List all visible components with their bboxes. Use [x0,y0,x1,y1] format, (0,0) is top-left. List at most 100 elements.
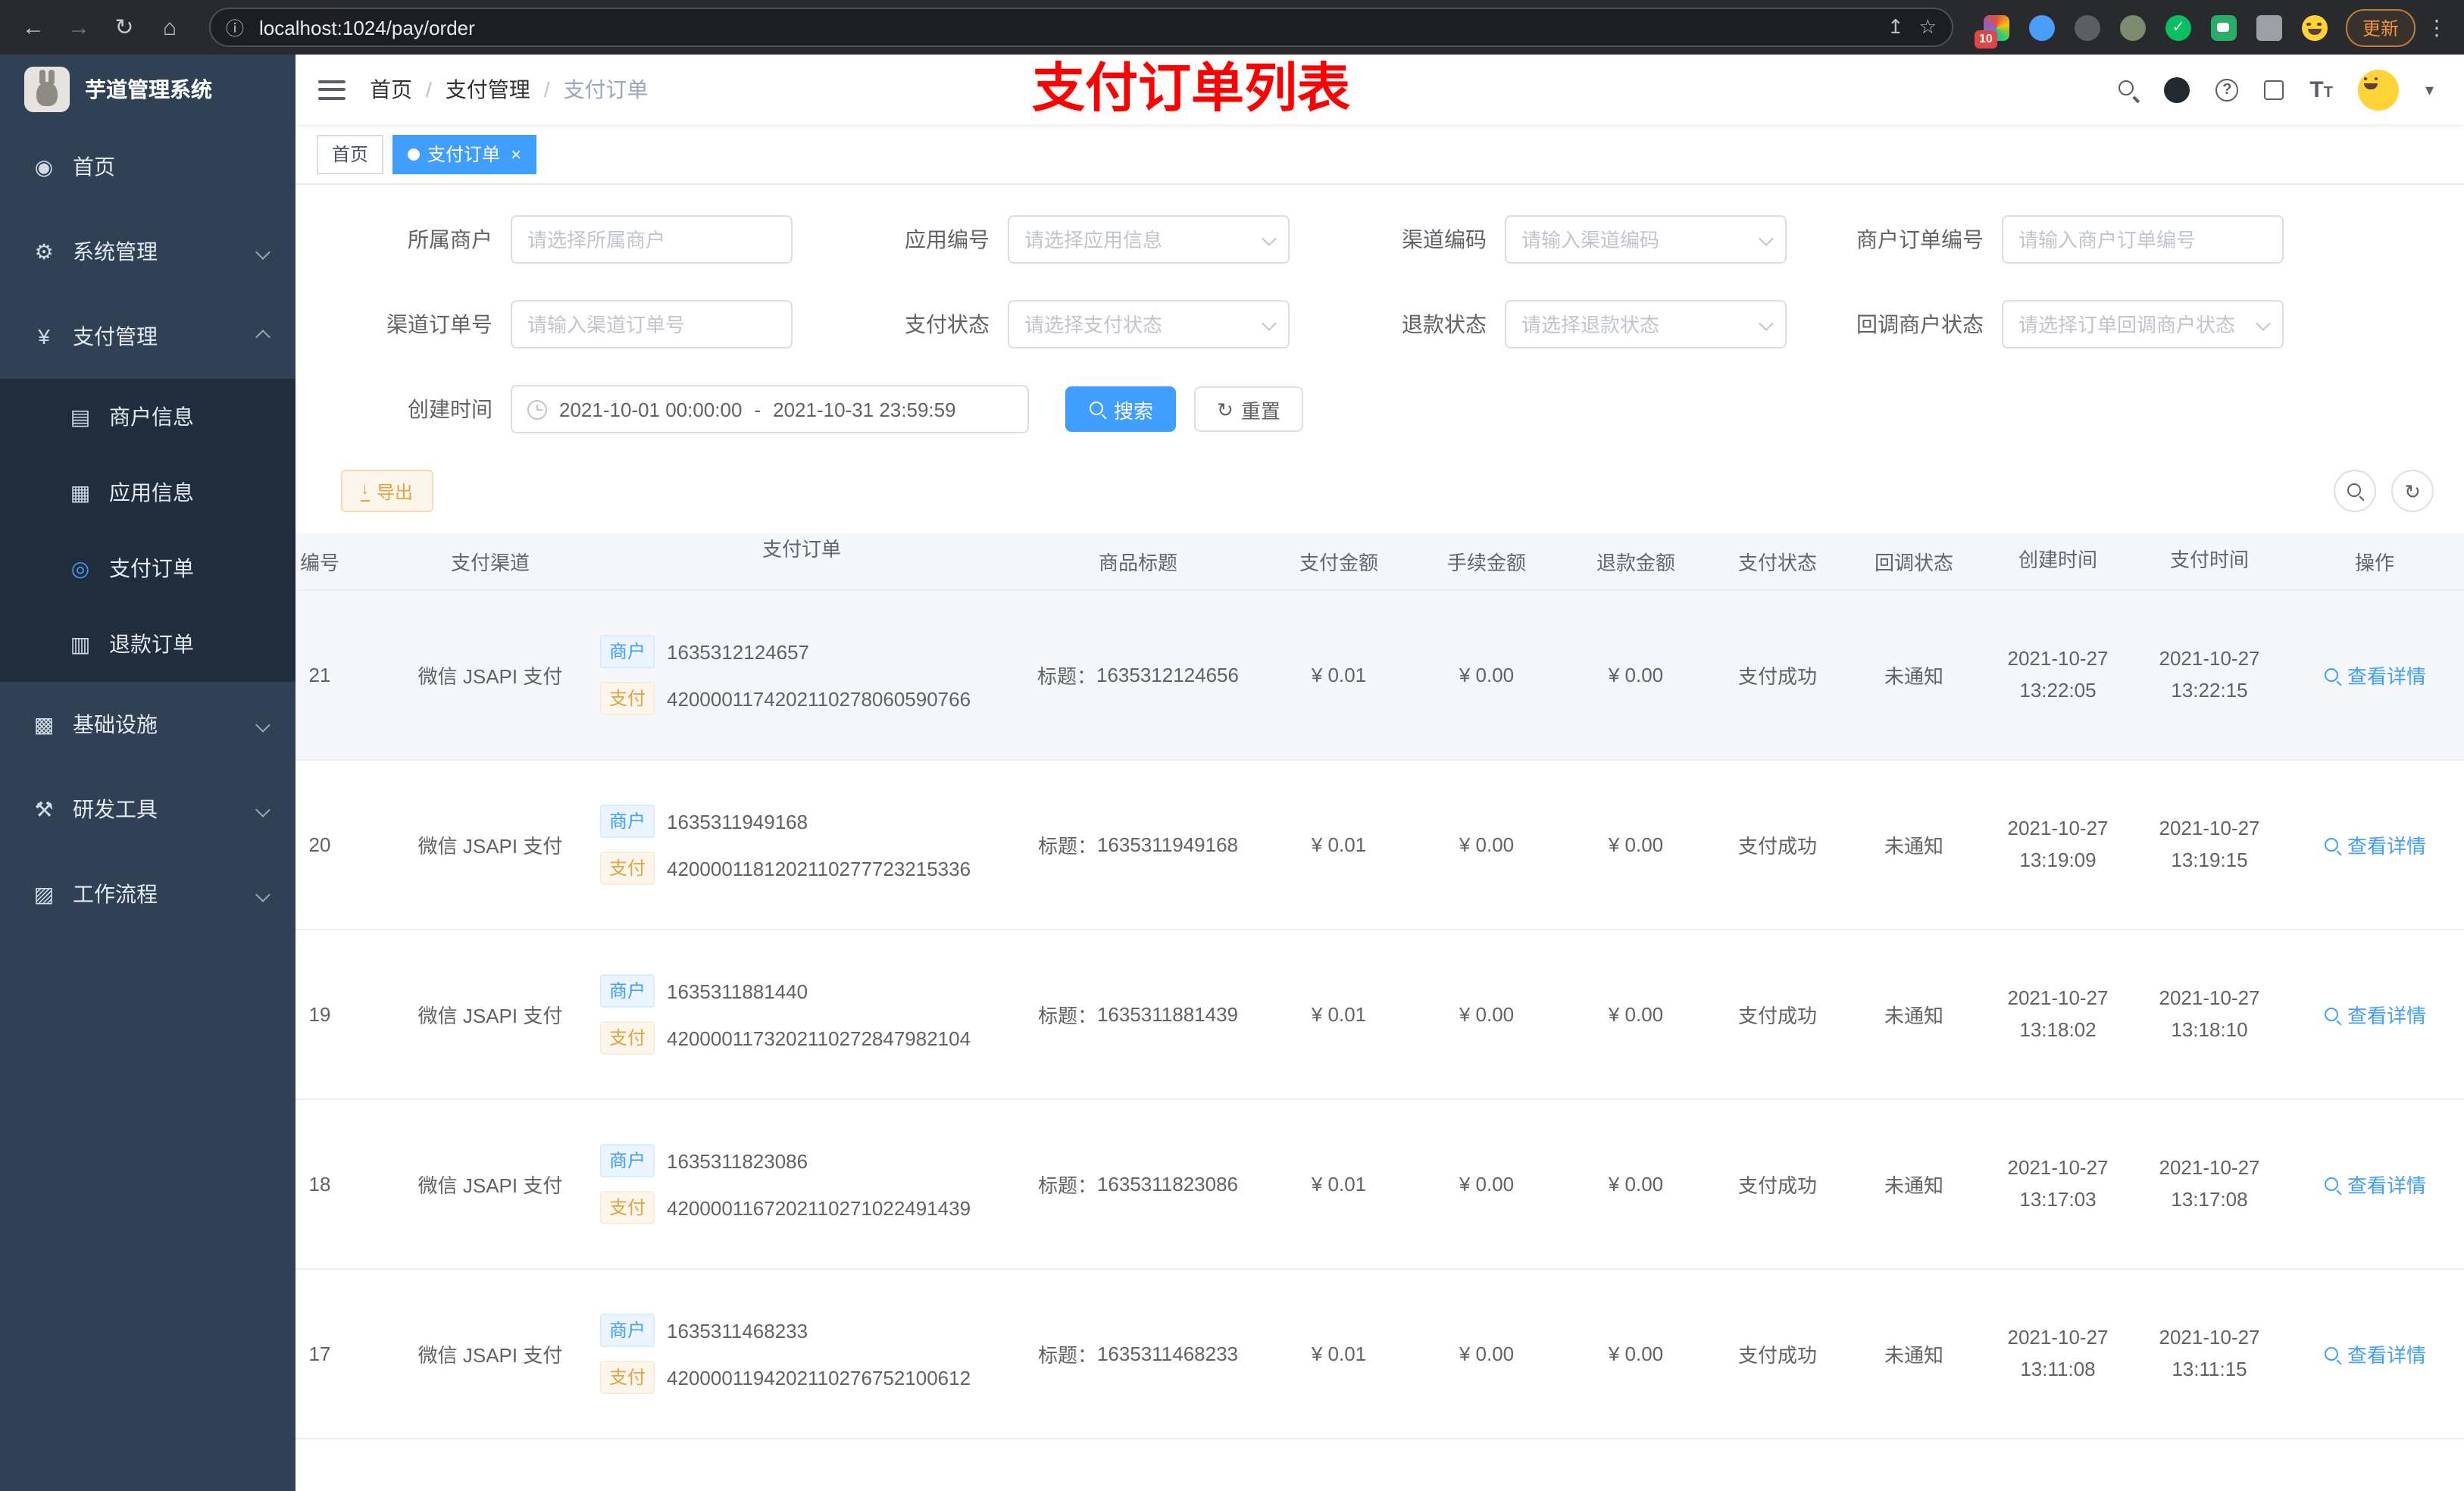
tab-home[interactable]: 首页 [317,134,384,173]
merchant-input[interactable] [511,215,793,264]
view-detail-link[interactable]: 查看详情 [2323,1170,2426,1199]
cell-notify-status: 未通知 [1884,1174,1943,1197]
pay-tag: 支付 [600,682,655,715]
sidebar-item-app-info[interactable]: ▦ 应用信息 [0,455,295,530]
gear-icon: ⚙ [34,239,54,263]
user-avatar[interactable] [2358,69,2400,110]
column-header: 商品标题 [1098,552,1177,574]
refund-status-select[interactable] [1505,300,1787,349]
date: 2021-10-27 [2159,1155,2260,1179]
channel-code-select[interactable] [1505,215,1787,264]
time: 13:19:15 [2171,848,2248,871]
sidebar-toggle-icon[interactable] [318,80,346,99]
filter-label: 回调商户状态 [1856,312,1984,336]
back-icon[interactable]: ← [15,9,52,45]
filter-label: 渠道编码 [1402,227,1487,252]
filter-label: 创建时间 [408,397,492,421]
column-header: 回调状态 [1874,552,1953,574]
sidebar-item-pay[interactable]: ¥ 支付管理 [0,294,295,379]
github-icon[interactable] [2164,77,2190,102]
cell-id [295,1439,396,1491]
breadcrumb-home[interactable]: 首页 [370,74,412,105]
sidebar-item-infra[interactable]: ▩ 基础设施 [0,682,295,767]
sidebar-item-merchant-info[interactable]: ▤ 商户信息 [0,379,295,455]
column-header: 支付订单 [761,538,841,561]
search-icon[interactable] [2117,79,2138,100]
pay-order-no: 4200001194202110276752100612 [667,1366,971,1389]
share-icon[interactable]: ↥ [1887,15,1904,39]
table-row: 18 微信 JSAPI 支付 商户 1635311823086 支付 4200001… [295,1100,2464,1270]
channel-order-no-input[interactable] [511,300,793,349]
breadcrumb-section[interactable]: 支付管理 [446,74,530,105]
extension-icon[interactable] [2210,14,2237,40]
cell-amount: ¥ 0.01 [1311,1343,1367,1365]
omnibox[interactable]: ⓘ ↥ ☆ [209,8,1953,47]
sidebar: 芋道管理系统 ◉ 首页 ⚙ 系统管理 ¥ 支付管理 ▤ 商户信息 ▦ 应用信息 … [0,55,295,1491]
site-info-icon[interactable]: ⓘ [226,14,244,40]
grid-icon: ▦ [70,480,91,504]
extension-icon[interactable] [2074,14,2100,40]
title-prefix: 标题： [1037,665,1096,688]
cell-pay-status: 支付成功 [1737,835,1817,858]
sidebar-item-system[interactable]: ⚙ 系统管理 [0,209,295,294]
merchant-order-no-input[interactable] [2002,215,2284,264]
sidebar-item-devtools[interactable]: ⚒ 研发工具 [0,767,295,852]
cell-amount: ¥ 0.01 [1311,833,1367,856]
cell-amount: ¥ 0.01 [1311,1173,1367,1196]
filter-label: 所属商户 [408,227,492,252]
title-value: 1635312124656 [1096,664,1239,686]
reset-button[interactable]: ↻ 重置 [1194,386,1303,432]
refresh-table-button[interactable]: ↻ [2391,470,2434,512]
fullscreen-icon[interactable] [2264,80,2284,99]
view-detail-link[interactable]: 查看详情 [2323,830,2426,859]
forward-icon[interactable]: → [61,9,97,45]
sidebar-item-label: 支付订单 [109,556,194,580]
view-detail-link[interactable]: 查看详情 [2323,661,2426,689]
sidebar-item-home[interactable]: ◉ 首页 [0,124,295,209]
profile-emoji-icon[interactable] [2301,14,2328,40]
title-value: 1635311949168 [1096,833,1239,856]
app-no-select[interactable] [1008,215,1290,264]
extension-icon[interactable]: ✓ [2165,14,2191,40]
extension-icon[interactable] [2119,14,2146,40]
cell-create-time: 2021-10-27 13:22:05 [1982,591,2134,759]
app-logo: 芋道管理系统 [0,55,295,124]
tab-pay-order[interactable]: 支付订单 × [392,134,537,173]
export-button[interactable]: ↓ 导出 [341,470,433,512]
sidebar-item-pay-order[interactable]: ◎ 支付订单 [0,530,295,606]
view-detail-link[interactable]: 查看详情 [2323,1000,2426,1029]
pay-status-select[interactable] [1008,300,1290,349]
cell-notify-status: 未通知 [1884,835,1943,858]
toggle-search-button[interactable] [2334,470,2376,512]
chevron-up-icon [255,329,270,344]
browser-menu-icon[interactable]: ⋮ [2425,14,2449,40]
table-toolbar: ↓ 导出 ↻ [295,470,2464,512]
sidebar-item-refund-order[interactable]: ▥ 退款订单 [0,606,295,682]
search-button[interactable]: 搜索 [1065,386,1177,432]
sidebar-item-workflow[interactable]: ▨ 工作流程 [0,852,295,936]
cell-refund: ¥ 0.00 [1608,1173,1664,1196]
tab-label: 首页 [332,144,369,165]
view-detail-link[interactable]: 查看详情 [2323,1339,2426,1368]
url-input[interactable] [256,14,1887,40]
home-icon[interactable]: ⌂ [152,9,188,45]
font-size-icon[interactable]: TT [2309,78,2333,101]
reload-icon[interactable]: ↻ [106,9,142,45]
bookmark-star-icon[interactable]: ☆ [1919,15,1937,39]
callback-status-select[interactable] [2002,300,2284,349]
cell-id: 20 [308,833,331,856]
extension-icon[interactable]: 10 [1974,14,2009,48]
avatar-caret-icon[interactable]: ▾ [2425,80,2434,99]
range-end-value: 2021-10-31 23:59:59 [773,398,956,420]
extension-icon[interactable] [2256,14,2282,40]
dashboard-icon: ◉ [34,154,54,178]
extension-icon[interactable] [2028,14,2055,40]
cell-pay-time: 2021-10-27 13:11:15 [2134,1270,2285,1438]
browser-update-button[interactable]: 更新 [2345,8,2416,46]
merchant-order-no: 1635311949168 [667,810,808,833]
close-icon[interactable]: × [511,145,521,163]
cell-actions: 查看详情 [2285,761,2464,929]
create-time-range-picker[interactable]: 2021-10-01 00:00:00 - 2021-10-31 23:59:5… [511,385,1029,433]
table-row: 17 微信 JSAPI 支付 商户 1635311468233 支付 4200001… [295,1270,2464,1439]
help-icon[interactable]: ? [2215,78,2239,101]
